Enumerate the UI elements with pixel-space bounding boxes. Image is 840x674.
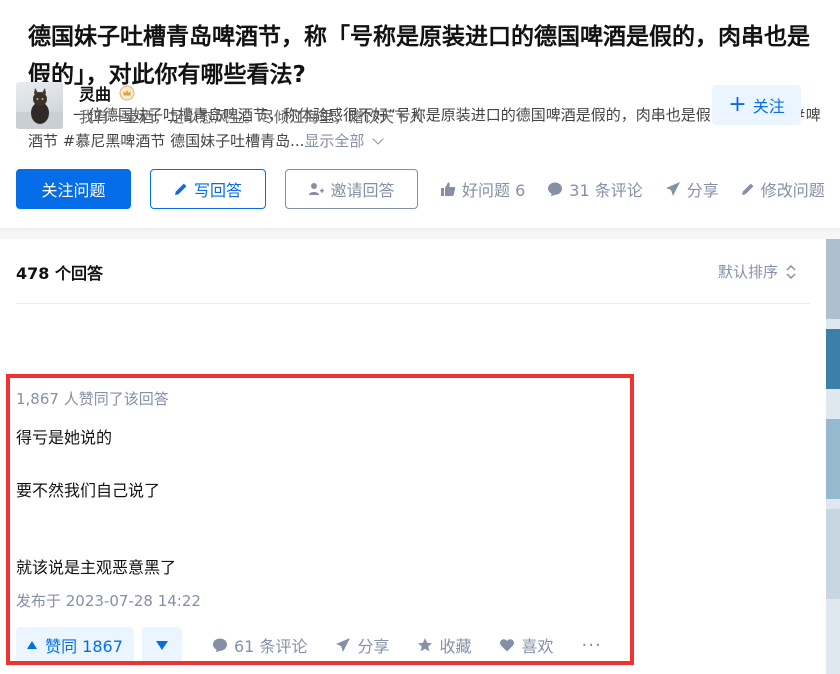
follow-author-button[interactable]: + 关注 <box>712 85 801 125</box>
show-all-link[interactable]: 显示全部 <box>304 132 364 150</box>
author-bio: 我有一壶酒，足以慰风尘。尽倾江海里，赠饮天下人 <box>79 108 425 126</box>
comment-icon <box>548 182 563 197</box>
question-share-button[interactable]: 分享 <box>665 177 719 201</box>
sidebar-image <box>826 239 840 319</box>
invite-answer-button[interactable]: 邀请回答 <box>285 169 418 209</box>
sidebar-image <box>826 419 840 499</box>
divider <box>16 303 810 304</box>
edit-question-button[interactable]: 修改问题 <box>741 177 825 201</box>
crown-badge-icon <box>119 85 135 101</box>
pencil-icon <box>174 183 187 195</box>
share-icon <box>665 182 680 196</box>
sort-toggle-icon <box>786 264 796 279</box>
chevron-down-icon[interactable] <box>372 133 385 145</box>
invite-answer-label: 邀请回答 <box>330 181 395 200</box>
cat-avatar-icon <box>16 88 63 129</box>
question-actions: 关注问题 写回答 邀请回答 好问题 6 31 条评论 分享 修改问题 <box>16 169 825 209</box>
question-share-label: 分享 <box>686 181 719 200</box>
question-title: 德国妹子吐槽青岛啤酒节，称「号称是原装进口的德国啤酒是假的，肉串也是假的」，对此… <box>28 24 810 88</box>
question-comments-button[interactable]: 31 条评论 <box>547 177 643 201</box>
good-question-label: 好问题 6 <box>462 181 526 200</box>
edit-question-label: 修改问题 <box>760 181 825 200</box>
sidebar-image <box>826 329 840 389</box>
answer-count: 478 个回答 <box>16 264 103 283</box>
good-question-button[interactable]: 好问题 6 <box>440 177 525 201</box>
question-comments-label: 31 条评论 <box>569 181 643 200</box>
write-answer-button[interactable]: 写回答 <box>150 169 266 209</box>
plus-icon: + <box>728 92 747 117</box>
add-user-icon <box>309 183 325 195</box>
follow-author-label: 关注 <box>752 97 785 116</box>
follow-question-button[interactable]: 关注问题 <box>16 169 131 209</box>
write-answer-label: 写回答 <box>193 181 242 200</box>
sort-dropdown[interactable]: 默认排序 <box>718 261 796 282</box>
sidebar-image <box>826 509 840 599</box>
right-sidebar-edge <box>826 239 840 674</box>
sort-label: 默认排序 <box>717 263 778 281</box>
avatar[interactable] <box>16 82 63 129</box>
thumbs-up-icon <box>441 182 456 196</box>
author-name-text: 灵曲 <box>79 85 112 104</box>
pencil-icon <box>741 183 754 195</box>
highlight-box <box>6 374 634 665</box>
author-name[interactable]: 灵曲 <box>79 81 135 105</box>
